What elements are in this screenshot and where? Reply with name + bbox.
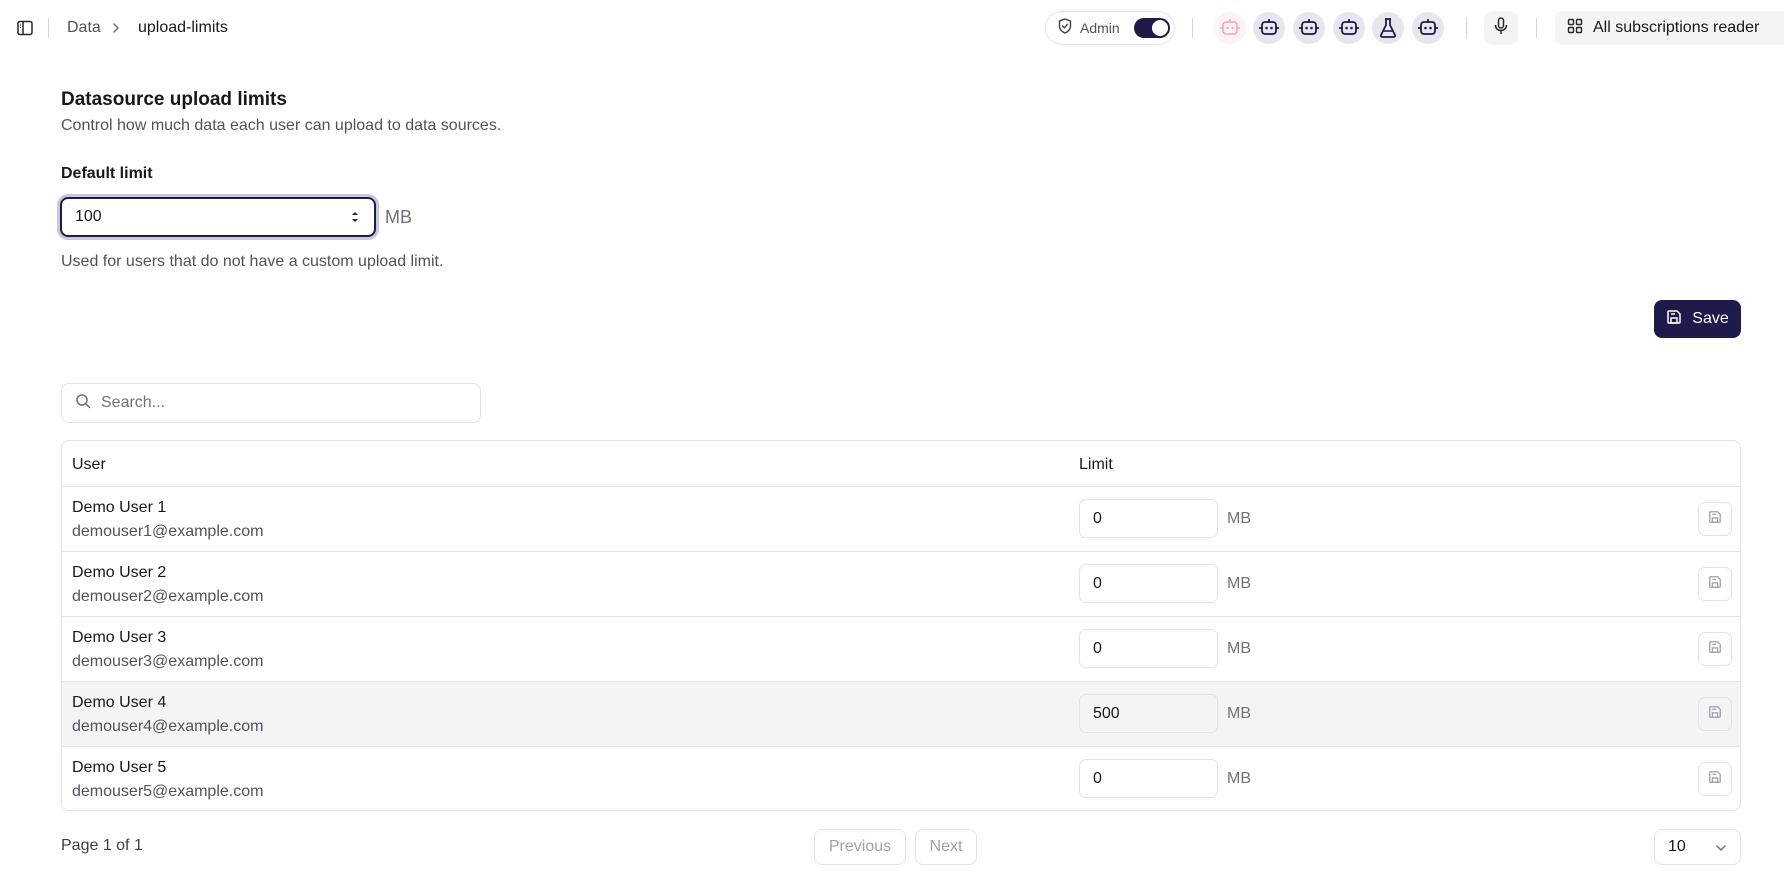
user-name: Demo User 5 xyxy=(72,759,167,776)
user-email: demouser3@example.com xyxy=(72,653,264,670)
save-button[interactable]: Save xyxy=(1654,300,1741,338)
next-page-button[interactable]: Next xyxy=(915,829,977,865)
breadcrumb-current: upload-limits xyxy=(138,19,228,36)
limit-unit: MB xyxy=(1227,575,1251,592)
row-save-button[interactable] xyxy=(1698,632,1732,666)
shield-check-icon xyxy=(1058,17,1072,39)
user-limit-input[interactable] xyxy=(1079,694,1218,733)
header-divider xyxy=(48,18,49,38)
user-limits-table: User Limit Demo User 1 demouser1@example… xyxy=(61,440,1741,811)
column-header-user: User xyxy=(72,456,106,473)
breadcrumb-data[interactable]: Data xyxy=(67,18,101,38)
number-stepper-icon[interactable] xyxy=(350,210,360,224)
user-name: Demo User 1 xyxy=(72,499,167,516)
previous-page-button[interactable]: Previous xyxy=(814,829,906,865)
microphone-button[interactable] xyxy=(1484,11,1518,45)
header-divider xyxy=(1192,18,1193,38)
chevron-down-icon xyxy=(1715,841,1727,859)
search-box xyxy=(61,383,481,423)
robot-icon[interactable] xyxy=(1412,12,1444,44)
robot-icon[interactable] xyxy=(1333,12,1365,44)
grid-icon xyxy=(1567,18,1583,39)
column-header-limit: Limit xyxy=(1079,456,1113,473)
table-row: Demo User 2 demouser2@example.com MB xyxy=(62,552,1740,617)
save-icon xyxy=(1708,705,1722,724)
subscription-selector[interactable]: All subscriptions reader xyxy=(1555,11,1784,45)
top-bar: Data upload-limits Admin All subscriptio… xyxy=(0,0,1784,56)
user-name: Demo User 3 xyxy=(72,629,167,646)
flask-icon[interactable] xyxy=(1372,12,1404,44)
header-divider xyxy=(1466,18,1467,38)
user-limit-input[interactable] xyxy=(1079,629,1218,668)
default-limit-input[interactable] xyxy=(75,208,325,226)
save-icon xyxy=(1708,770,1722,789)
page-description: Control how much data each user can uplo… xyxy=(61,117,502,134)
default-limit-field xyxy=(60,197,376,237)
table-header: User Limit xyxy=(62,441,1740,487)
save-icon xyxy=(1666,309,1682,330)
limit-unit: MB xyxy=(1227,770,1251,787)
search-icon xyxy=(75,393,91,414)
default-limit-help: Used for users that do not have a custom… xyxy=(61,253,444,270)
admin-toggle-pill: Admin xyxy=(1045,11,1175,45)
page-title: Datasource upload limits xyxy=(61,89,287,110)
header-divider xyxy=(1536,18,1537,38)
user-limit-input[interactable] xyxy=(1079,759,1218,798)
robot-icon[interactable] xyxy=(1293,12,1325,44)
subscription-label: All subscriptions reader xyxy=(1593,19,1760,36)
user-email: demouser5@example.com xyxy=(72,783,264,800)
user-email: demouser2@example.com xyxy=(72,588,264,605)
table-row: Demo User 1 demouser1@example.com MB xyxy=(62,487,1740,552)
limit-unit: MB xyxy=(1227,640,1251,657)
row-save-button[interactable] xyxy=(1698,697,1732,731)
robot-pink-icon[interactable] xyxy=(1214,12,1246,44)
row-save-button[interactable] xyxy=(1698,762,1732,796)
default-limit-label: Default limit xyxy=(61,165,153,182)
user-name: Demo User 4 xyxy=(72,694,167,711)
table-row: Demo User 3 demouser3@example.com MB xyxy=(62,617,1740,682)
user-name: Demo User 2 xyxy=(72,564,167,581)
limit-unit: MB xyxy=(1227,705,1251,722)
page-info: Page 1 of 1 xyxy=(61,837,143,854)
sidebar-toggle-icon[interactable] xyxy=(14,17,36,39)
user-email: demouser4@example.com xyxy=(72,718,264,735)
row-save-button[interactable] xyxy=(1698,567,1732,601)
user-email: demouser1@example.com xyxy=(72,523,264,540)
chevron-right-icon xyxy=(112,19,126,37)
limit-unit: MB xyxy=(1227,510,1251,527)
user-limit-input[interactable] xyxy=(1079,564,1218,603)
save-icon xyxy=(1708,510,1722,529)
admin-label: Admin xyxy=(1080,20,1120,36)
default-limit-unit: MB xyxy=(385,207,412,227)
admin-switch[interactable] xyxy=(1133,18,1170,38)
user-limit-input[interactable] xyxy=(1079,499,1218,538)
table-row: Demo User 5 demouser5@example.com MB xyxy=(62,747,1740,810)
robot-icon[interactable] xyxy=(1253,12,1285,44)
search-input[interactable] xyxy=(101,394,461,412)
table-row: Demo User 4 demouser4@example.com MB xyxy=(62,682,1740,747)
row-save-button[interactable] xyxy=(1698,502,1732,536)
page-size-select[interactable]: 10 xyxy=(1654,829,1741,865)
page-size-value: 10 xyxy=(1668,838,1686,855)
microphone-icon xyxy=(1494,16,1508,40)
save-label: Save xyxy=(1692,310,1729,327)
save-icon xyxy=(1708,640,1722,659)
save-icon xyxy=(1708,575,1722,594)
